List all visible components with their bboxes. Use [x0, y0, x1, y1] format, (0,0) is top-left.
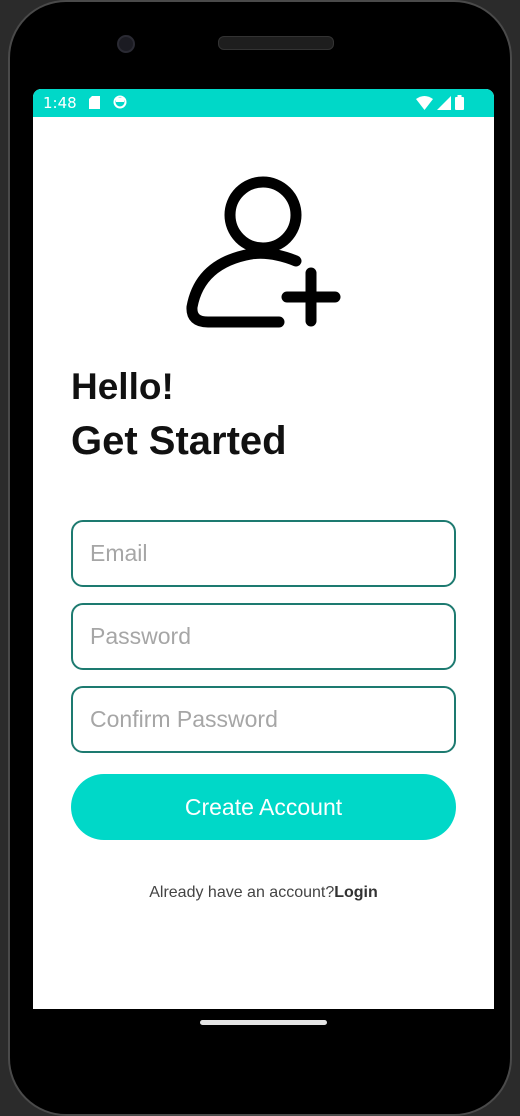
home-indicator[interactable]: [200, 1020, 327, 1025]
email-field[interactable]: [71, 520, 456, 587]
earpiece-speaker: [218, 36, 334, 50]
battery-icon: [455, 95, 464, 110]
phone-frame: 1:48 Hello! Get Started Email Create Acc…: [0, 0, 520, 1116]
greeting-text: Hello!: [71, 366, 174, 407]
sd-card-icon: [89, 96, 100, 109]
login-prompt-text: Already have an account?: [149, 884, 335, 901]
confirm-password-field[interactable]: [71, 686, 456, 753]
front-camera: [117, 35, 135, 53]
login-prompt: Already have an account?Login: [33, 884, 494, 902]
status-time: 1:48: [43, 94, 77, 112]
create-account-button[interactable]: Create Account: [71, 774, 456, 840]
status-bar: 1:48: [33, 89, 494, 117]
password-field[interactable]: [71, 603, 456, 670]
status-right-icons: [416, 95, 464, 110]
sync-circle-icon: [113, 95, 127, 109]
login-link[interactable]: Login: [334, 884, 378, 901]
signal-icon: [437, 95, 451, 110]
add-user-icon: [186, 176, 341, 328]
wifi-icon: [416, 95, 433, 110]
page-title: Get Started: [71, 419, 287, 463]
app-screen: 1:48 Hello! Get Started Email Create Acc…: [33, 89, 494, 1009]
